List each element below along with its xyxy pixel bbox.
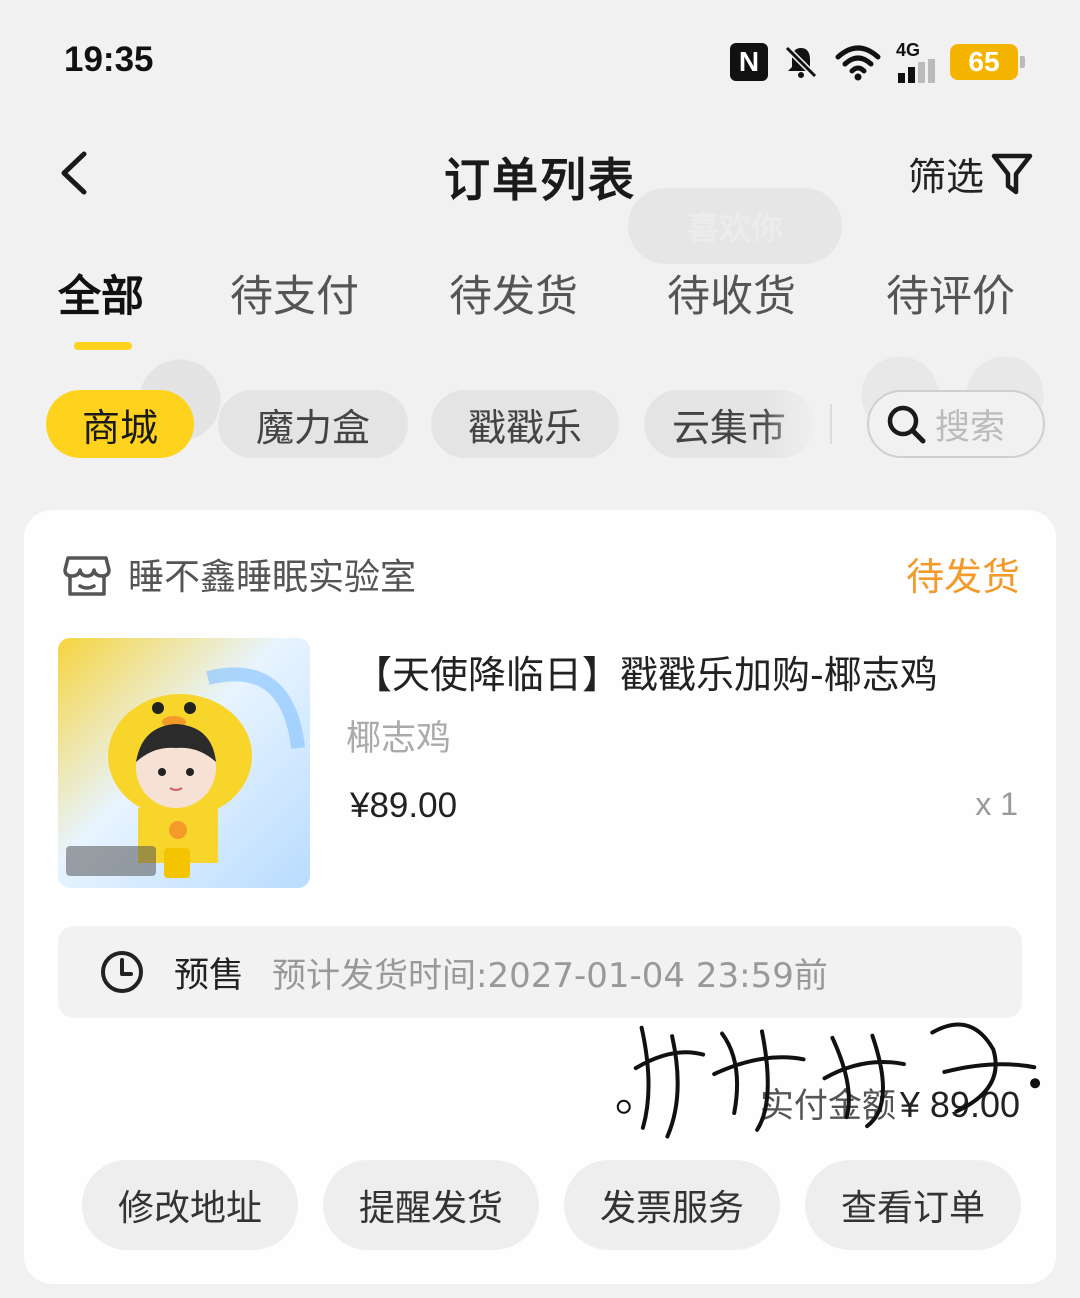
product-quantity: x 1 [975,786,1018,822]
nfc-icon: N [730,43,768,81]
filter-label: 筛选 [907,155,984,199]
tab-pending-receipt[interactable]: 待收货 [667,262,796,324]
chip-scroll-fade [760,390,840,458]
invoice-service-button[interactable]: 发票服务 [564,1160,780,1250]
funnel-icon [991,153,1033,194]
battery-level: 65 [968,46,1000,77]
status-time: 19:35 [64,40,154,79]
search-icon [887,405,926,444]
remind-shipment-button[interactable]: 提醒发货 [323,1160,539,1250]
product-spec: 椰志鸡 [346,719,452,759]
order-actions: 修改地址 提醒发货 发票服务 查看订单 [82,1160,1022,1250]
chip-divider [830,404,832,444]
tab-indicator [74,342,132,350]
order-card[interactable]: 睡不鑫睡眠实验室 待发货 【天使降临日】戳戳乐加购-椰志鸡 椰志鸡 ¥89.00… [24,510,1056,1284]
chip-mall[interactable]: 商城 [46,390,194,458]
wifi-icon [835,45,881,81]
order-tabs: 全部 待支付 待发货 待收货 待评价 [0,262,1080,352]
shop-name: 睡不鑫睡眠实验室 [128,557,417,598]
presale-label: 预售 [174,955,245,996]
chip-poke-fun[interactable]: 戳戳乐 [431,390,619,458]
battery-icon: 65 [950,44,1025,80]
product-title[interactable]: 【天使降临日】戳戳乐加购-椰志鸡 [354,644,938,699]
search-placeholder: 搜索 [935,407,1006,448]
signal-group: 4G [896,41,936,83]
tab-pending-payment[interactable]: 待支付 [230,262,359,324]
presale-text: 预计发货时间:2027-01-04 23:59前 [272,955,828,996]
search-input[interactable]: 搜索 [867,390,1045,458]
product-price: ¥89.00 [350,786,458,825]
total-label: 实付金额 [759,1086,896,1126]
total-row: 实付金额 ¥ 89.00 [760,1078,1020,1127]
modify-address-button[interactable]: 修改地址 [82,1160,298,1250]
shop-row[interactable]: 睡不鑫睡眠实验室 [62,548,416,600]
status-bar: 19:35 N 4G 65 [0,0,1080,120]
network-label: 4G [896,40,921,60]
presale-info: 预售 预计发货时间:2027-01-04 23:59前 [58,926,1022,1018]
total-value: ¥ 89.00 [899,1084,1020,1125]
mute-icon [784,45,818,79]
tab-all[interactable]: 全部 [58,262,144,324]
filter-button[interactable]: 筛选 [908,146,1034,201]
signal-icon [898,59,935,83]
header: 订单列表 筛选 [0,130,1080,220]
view-order-button[interactable]: 查看订单 [805,1160,1021,1250]
tab-pending-shipment[interactable]: 待发货 [449,262,578,324]
chip-magic-box[interactable]: 魔力盒 [218,390,408,458]
product-image[interactable] [58,638,310,888]
shop-icon [63,556,111,596]
order-status-badge: 待发货 [905,555,1020,599]
duck-plush-illustration [66,667,305,878]
clock-icon [101,951,143,993]
status-icons: N 4G 65 [730,40,1025,84]
tab-pending-review[interactable]: 待评价 [886,262,1015,324]
